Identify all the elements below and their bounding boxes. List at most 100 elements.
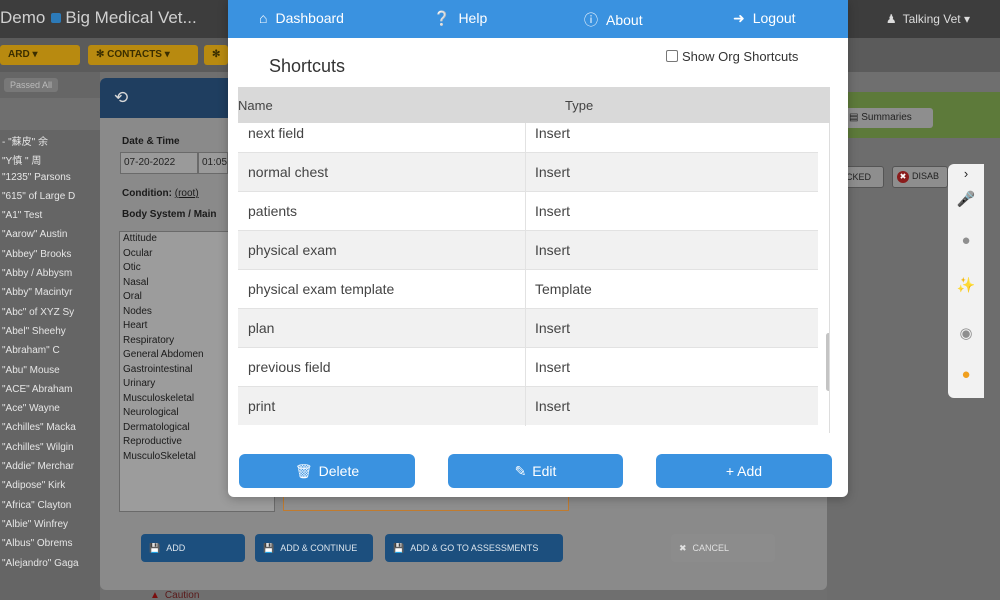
patient-list-item[interactable]: "Abby / Abbysm — [0, 265, 100, 284]
close-icon: ✖ — [679, 543, 687, 553]
user-caret: ▾ — [963, 12, 970, 26]
history-icon[interactable]: ⟲ — [114, 88, 128, 108]
table-row[interactable]: physical exam template Template — [238, 269, 818, 309]
column-divider — [525, 123, 526, 153]
table-row[interactable]: physical exam Insert — [238, 230, 818, 270]
table-scrollbar[interactable] — [826, 333, 829, 391]
summaries-button[interactable]: ▤ Summaries — [843, 108, 933, 128]
add-continue-button[interactable]: 💾 ADD & CONTINUE — [255, 534, 373, 562]
microphone-icon[interactable]: 🎤 — [948, 190, 984, 208]
shortcuts-title: Shortcuts — [269, 56, 346, 76]
patient-list-item[interactable]: "ACE" Abraham — [0, 381, 100, 400]
patient-list-item[interactable]: "Achilles" Wilgin — [0, 439, 100, 458]
patient-list-item[interactable]: "Achilles" Macka — [0, 419, 100, 438]
date-time-label: Date & Time — [122, 136, 180, 147]
table-row[interactable]: next field Insert — [238, 123, 818, 153]
patient-list-item[interactable]: "Abbey" Brooks — [0, 246, 100, 265]
nav-help[interactable]: ❔ Help — [433, 10, 487, 27]
shortcut-type-cell: Insert — [535, 203, 571, 219]
patient-list-item[interactable]: "Addie" Merchar — [0, 458, 100, 477]
nav-about[interactable]: ⓘ About — [584, 10, 643, 30]
patient-list-item[interactable]: "Aarow" Austin — [0, 226, 100, 245]
tab-patients[interactable]: ✻ — [204, 45, 228, 65]
add-go-assessments-button[interactable]: 💾 ADD & GO TO ASSESSMENTS — [385, 534, 563, 562]
compass-icon[interactable]: ◉ — [948, 324, 984, 342]
caution-row: ▲ Caution — [150, 590, 200, 600]
patient-list-item[interactable]: - "蘇皮" 余 — [0, 130, 100, 149]
shortcuts-table-body: print Insert previous field Insert plan Inser… — [238, 123, 830, 433]
patient-list-item[interactable]: "Albie" Winfrey — [0, 516, 100, 535]
shortcut-type-cell: Insert — [535, 320, 571, 336]
user-icon: ♟ — [885, 12, 897, 26]
patient-list-item[interactable]: "Abu" Mouse — [0, 362, 100, 381]
close-circle-icon: ✖ — [897, 171, 909, 183]
patient-list-item[interactable]: "Alejandro" Gaga — [0, 555, 100, 574]
shortcut-type-cell: Insert — [535, 242, 571, 258]
shortcut-type-cell: Insert — [535, 164, 571, 180]
cancel-button[interactable]: ✖ CANCEL — [671, 534, 775, 562]
column-header-type[interactable]: Type — [565, 98, 593, 113]
shortcut-type-cell: Insert — [535, 359, 571, 375]
shortcut-name-cell: normal chest — [248, 164, 329, 180]
patient-list-item[interactable]: "Ace" Wayne — [0, 400, 100, 419]
save-multiple-icon: 💾 — [263, 543, 275, 553]
patient-list-item[interactable]: "Y慎 " 周 — [0, 149, 100, 168]
shortcut-type-cell: Insert — [535, 398, 571, 414]
shortcut-name-cell: previous field — [248, 359, 331, 375]
help-icon: ❔ — [433, 10, 451, 26]
tab-dashboard[interactable]: ARD ▾ — [0, 45, 80, 65]
shortcut-type-cell: Insert — [535, 125, 571, 141]
patient-list-item[interactable]: "A1" Test — [0, 207, 100, 226]
warning-icon: ▲ — [150, 590, 160, 600]
add-button[interactable]: 💾 ADD — [141, 534, 245, 562]
filter-pill[interactable]: Passed All — [4, 78, 59, 92]
patient-list-item[interactable]: "Abc" of XYZ Sy — [0, 304, 100, 323]
chat-icon[interactable]: ● — [948, 232, 984, 249]
patient-list-item[interactable]: "Abel" Sheehy — [0, 323, 100, 342]
add-shortcut-button[interactable]: + Add — [656, 454, 832, 488]
table-row[interactable]: previous field Insert — [238, 347, 818, 387]
disable-button[interactable]: ✖ DISAB — [892, 166, 948, 188]
table-row[interactable]: print Insert — [238, 386, 818, 426]
shortcut-name-cell: print — [248, 398, 276, 414]
shortcut-name-cell: physical exam template — [248, 281, 395, 297]
nav-logout[interactable]: ➜ Logout — [733, 10, 796, 27]
patient-list-item[interactable]: "Abraham" C — [0, 342, 100, 361]
column-divider — [525, 231, 526, 270]
tab-contacts[interactable]: ✻ CONTACTS ▾ — [88, 45, 198, 65]
magic-wand-icon[interactable]: ✨ — [948, 276, 984, 294]
table-row[interactable]: patients Insert — [238, 191, 818, 231]
trash-icon: 🗑 — [294, 463, 313, 479]
shortcuts-nav-bar: ⌂ Dashboard ❔ Help ⓘ About ➜ Logout — [228, 0, 848, 38]
edit-button[interactable]: ✎ Edit — [448, 454, 623, 488]
user-menu[interactable]: ♟ Talking Vet ▾ — [886, 12, 970, 26]
practice-name[interactable]: Big Medical Vet... — [65, 8, 196, 27]
show-org-shortcuts-toggle[interactable]: Show Org Shortcuts — [666, 49, 798, 64]
patient-list-item[interactable]: "1235" Parsons — [0, 169, 100, 188]
lightbulb-icon[interactable]: ● — [948, 366, 984, 383]
shortcuts-table-header: Name Type — [238, 87, 830, 123]
patient-list-item[interactable]: "Albus" Obrems — [0, 535, 100, 554]
save-multiple-icon: 💾 — [393, 543, 405, 553]
column-divider — [525, 348, 526, 387]
shortcuts-modal: ⌂ Dashboard ❔ Help ⓘ About ➜ Logout Shortcut… — [228, 0, 848, 497]
patient-filter[interactable]: Passed All — [0, 72, 100, 98]
column-header-name[interactable]: Name — [238, 98, 273, 113]
shortcut-name-cell: next field — [248, 125, 305, 141]
practice-icon — [51, 13, 62, 23]
patient-list: - "蘇皮" 余 "Y慎 " 周 "1235" Parsons "615" of La… — [0, 130, 100, 600]
table-row[interactable]: plan Insert — [238, 308, 818, 348]
patient-list-item[interactable]: "Africa" Clayton — [0, 497, 100, 516]
table-row[interactable]: normal chest Insert — [238, 152, 818, 192]
patient-list-item[interactable]: "Adipose" Kirk — [0, 477, 100, 496]
show-org-checkbox[interactable] — [666, 50, 678, 62]
patient-list-item[interactable]: "615" of Large D — [0, 188, 100, 207]
date-input[interactable]: 07-20-2022 — [120, 152, 198, 174]
condition-root-link[interactable]: (root) — [175, 188, 199, 199]
delete-button[interactable]: 🗑 Delete — [239, 454, 415, 488]
chevron-right-icon[interactable]: › — [948, 166, 984, 181]
shortcut-name-cell: plan — [248, 320, 275, 336]
time-input[interactable]: 01:05 — [198, 152, 228, 174]
nav-dashboard[interactable]: ⌂ Dashboard — [259, 10, 344, 26]
patient-list-item[interactable]: "Abby" Macintyr — [0, 284, 100, 303]
